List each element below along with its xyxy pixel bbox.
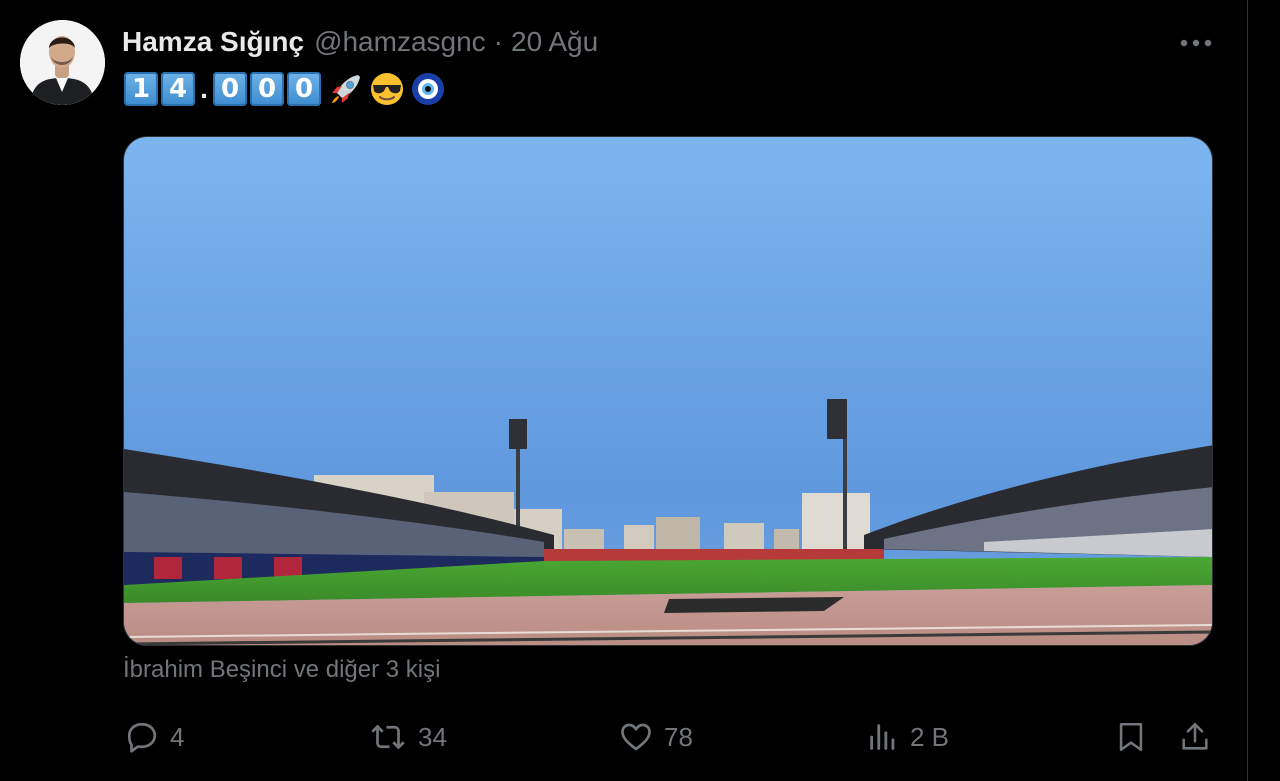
like-button[interactable]: 78 xyxy=(618,712,693,762)
sunglasses-emoji xyxy=(368,70,406,108)
avatar[interactable] xyxy=(20,20,105,105)
tweet-header: Hamza Sığınç @hamzasgnc · 20 Ağu xyxy=(122,24,598,60)
tweet-actions-bar: 4 34 78 2 B xyxy=(0,712,1247,762)
header-separator: · xyxy=(493,26,503,57)
stadium-photo xyxy=(124,137,1212,645)
bookmark-button[interactable] xyxy=(1114,712,1148,762)
author-handle[interactable]: @hamzasgnc xyxy=(314,26,486,58)
author-name[interactable]: Hamza Sığınç xyxy=(122,26,304,58)
like-count: 78 xyxy=(664,721,693,752)
heart-icon xyxy=(621,723,651,751)
tweet-media-image[interactable] xyxy=(123,136,1213,646)
more-horizontal-icon xyxy=(1180,39,1212,47)
nazar-amulet-emoji xyxy=(409,70,447,108)
tweet-timestamp[interactable]: 20 Ağu xyxy=(511,26,598,58)
retweet-button[interactable]: 34 xyxy=(368,712,447,762)
keycap-digit: 0 xyxy=(287,72,321,106)
retweet-icon xyxy=(371,724,405,750)
views-icon xyxy=(870,724,895,750)
keycap-digit: 4 xyxy=(161,72,195,106)
reply-button[interactable]: 4 xyxy=(124,712,184,762)
reply-icon xyxy=(127,722,157,753)
bookmark-icon xyxy=(1119,722,1143,752)
keycap-digit: 0 xyxy=(213,72,247,106)
more-options-button[interactable] xyxy=(1168,26,1224,60)
user-avatar-icon xyxy=(20,20,105,105)
tweet-text: 1 4 . 0 0 0 xyxy=(124,69,447,109)
share-button[interactable] xyxy=(1178,712,1212,762)
tweet-container: Hamza Sığınç @hamzasgnc · 20 Ağu 1 4 . 0… xyxy=(0,0,1248,781)
reply-count: 4 xyxy=(170,721,185,752)
views-button[interactable]: 2 B xyxy=(866,712,949,762)
keycap-digit: 0 xyxy=(250,72,284,106)
number-separator: . xyxy=(200,73,208,104)
tagged-users[interactable]: İbrahim Beşinci ve diğer 3 kişi xyxy=(123,656,440,684)
retweet-count: 34 xyxy=(418,721,447,752)
rocket-emoji xyxy=(327,70,365,108)
views-count: 2 B xyxy=(910,721,950,752)
share-icon xyxy=(1182,722,1208,750)
keycap-digit: 1 xyxy=(124,72,158,106)
